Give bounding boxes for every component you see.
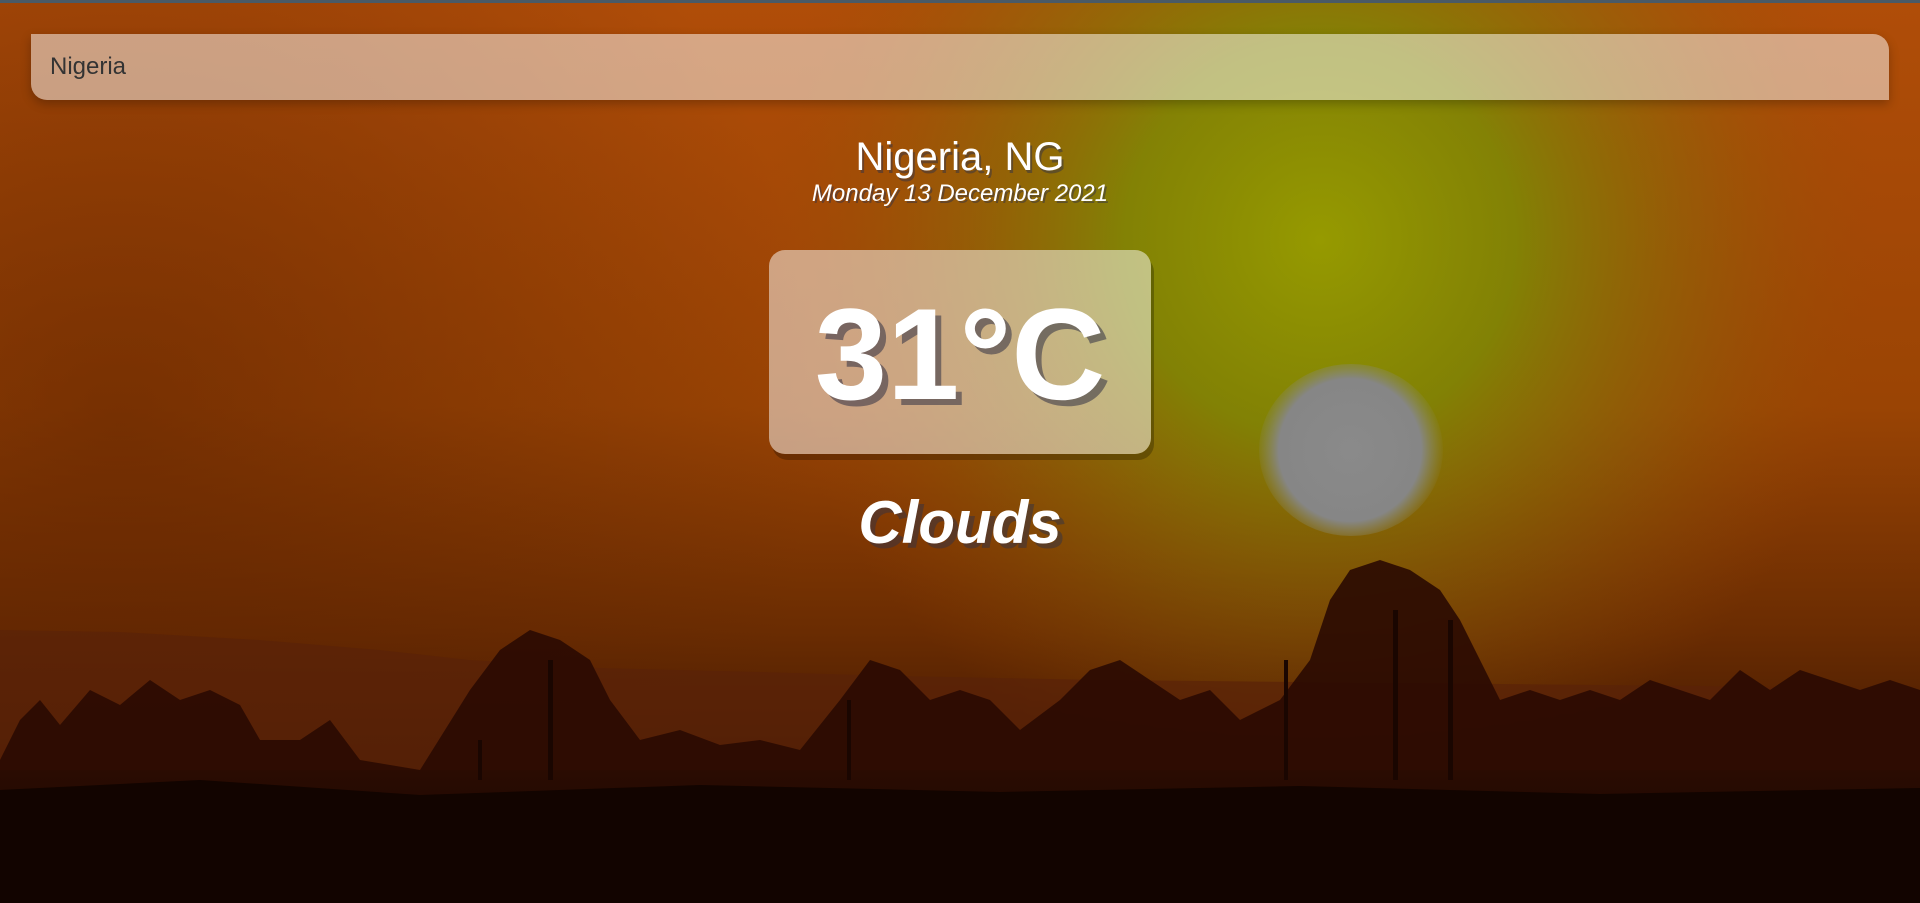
top-border <box>0 0 1920 3</box>
weather-description: Clouds <box>858 489 1062 556</box>
temperature-box: 31°C <box>769 250 1151 454</box>
location-date: Monday 13 December 2021 <box>811 180 1109 207</box>
search-bar <box>31 34 1889 100</box>
temperature-value: 31°C <box>814 281 1106 427</box>
search-input[interactable] <box>31 34 1889 100</box>
location-box: Nigeria, NG Monday 13 December 2021 <box>0 134 1920 208</box>
weather-app: Nigeria, NG Monday 13 December 2021 31°C… <box>0 0 1920 903</box>
location-name: Nigeria, NG <box>855 135 1065 179</box>
